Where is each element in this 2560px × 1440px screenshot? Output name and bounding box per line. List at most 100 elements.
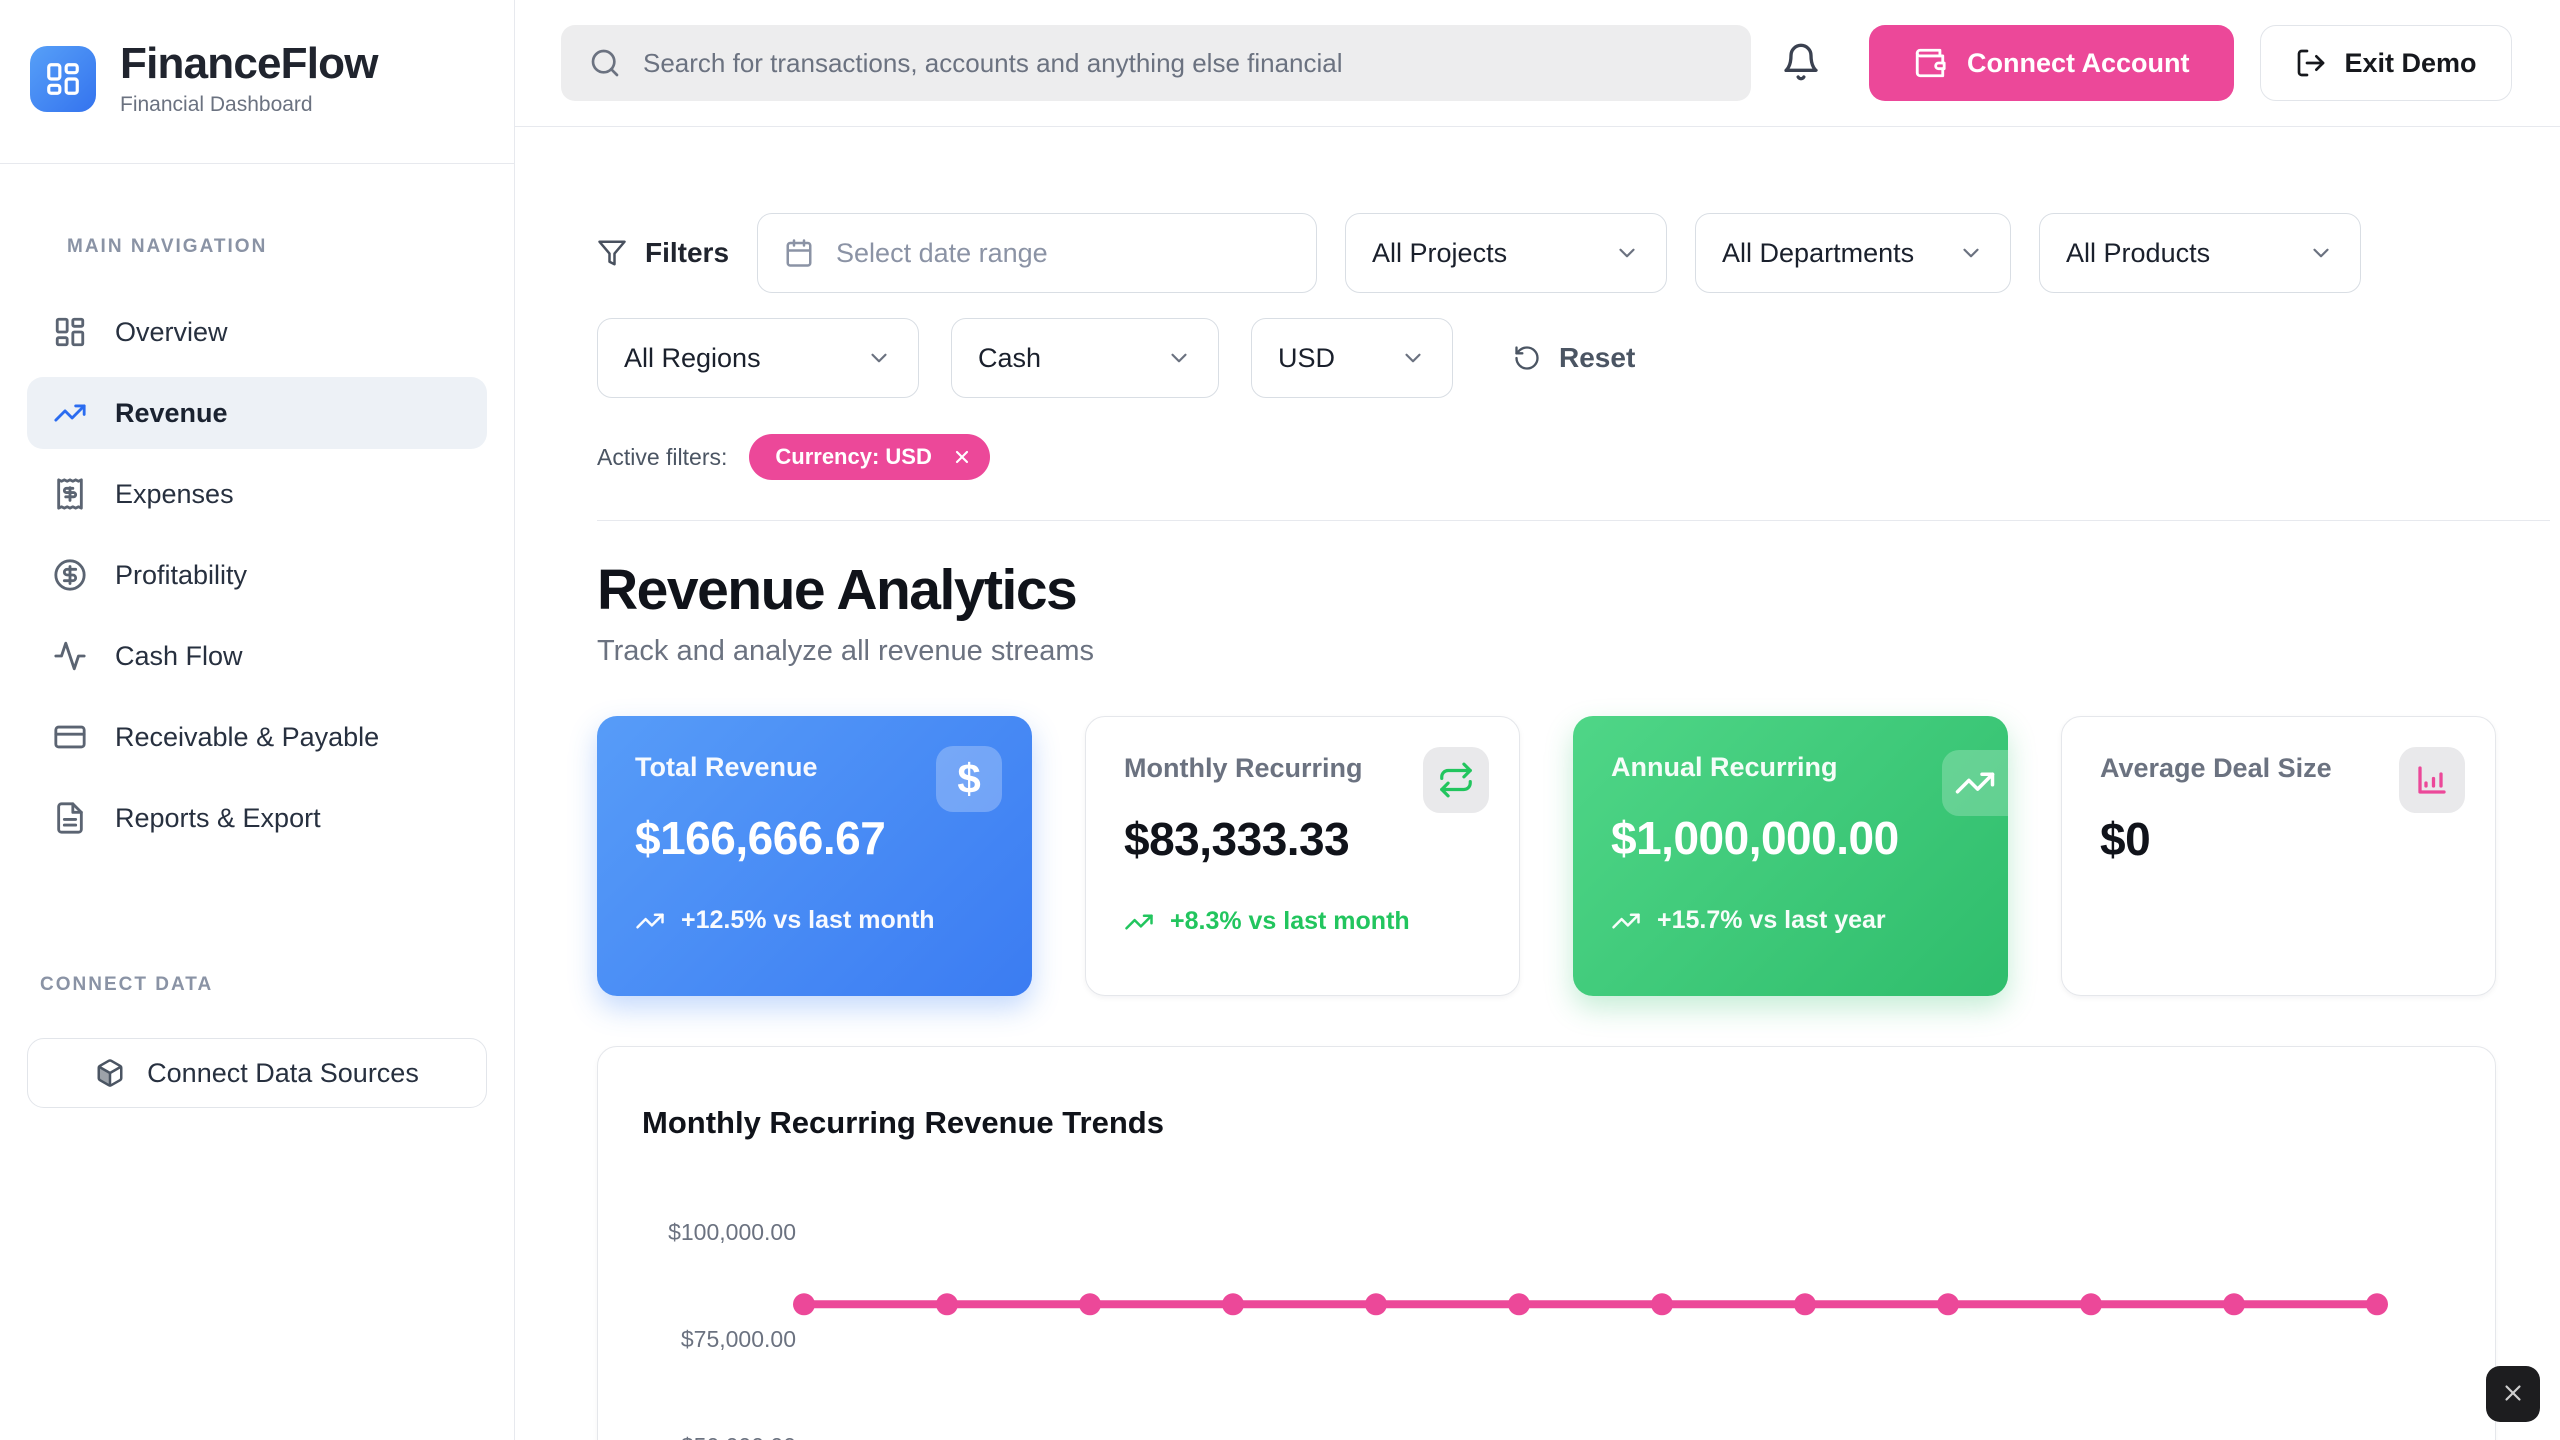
mrr-line-chart (598, 1197, 2497, 1440)
filters-row-1: Filters Select date range All Projects A… (597, 213, 2496, 293)
chevron-down-icon (1166, 345, 1192, 371)
chart-data-point[interactable] (1651, 1293, 1673, 1315)
sidebar-item-reports-export[interactable]: Reports & Export (27, 782, 487, 854)
sidebar-item-revenue[interactable]: Revenue (27, 377, 487, 449)
chart-data-point[interactable] (936, 1293, 958, 1315)
receipt-icon (53, 477, 87, 511)
metric-label: Annual Recurring (1611, 752, 1970, 783)
rotate-ccw-icon (1513, 344, 1541, 372)
projects-dropdown[interactable]: All Projects (1345, 213, 1667, 293)
metric-trend-text: +12.5% vs last month (681, 903, 935, 938)
chart-data-point[interactable] (2366, 1293, 2388, 1315)
brand-block: FinanceFlow Financial Dashboard (120, 40, 378, 117)
content: Filters Select date range All Projects A… (515, 127, 2496, 1440)
close-icon[interactable] (948, 443, 976, 471)
circle-dollar-icon (53, 558, 87, 592)
trending-up-icon (53, 396, 87, 430)
dollar-icon: $ (936, 746, 1002, 812)
sidebar-item-cash-flow[interactable]: Cash Flow (27, 620, 487, 692)
mrr-trends-chart-card: Monthly Recurring Revenue Trends $100,00… (597, 1046, 2496, 1440)
currency-dropdown-value: USD (1278, 343, 1335, 374)
global-search[interactable] (561, 25, 1751, 101)
close-icon (2500, 1380, 2526, 1409)
section-divider (597, 520, 2550, 521)
connect-account-label: Connect Account (1967, 48, 2190, 79)
chevron-down-icon (1614, 240, 1640, 266)
filters-label-text: Filters (645, 237, 729, 269)
reset-filters-button[interactable]: Reset (1513, 342, 1635, 374)
sidebar-item-label: Profitability (115, 560, 247, 591)
metric-value: $83,333.33 (1124, 812, 1481, 866)
exit-demo-button[interactable]: Exit Demo (2260, 25, 2512, 101)
chip-label: Currency: USD (775, 444, 931, 470)
trending-up-icon (1942, 750, 2008, 816)
search-input[interactable] (643, 48, 1723, 79)
reset-label: Reset (1559, 342, 1635, 374)
chart-title: Monthly Recurring Revenue Trends (642, 1105, 2451, 1141)
wallet-icon (1913, 46, 1947, 80)
log-out-icon (2295, 47, 2327, 79)
products-dropdown[interactable]: All Products (2039, 213, 2361, 293)
chart-data-point[interactable] (1222, 1293, 1244, 1315)
chart-data-point[interactable] (1508, 1293, 1530, 1315)
metric-cards: Total Revenue $ $166,666.67 +12.5% vs la… (597, 716, 2496, 996)
connect-data-sources-button[interactable]: Connect Data Sources (27, 1038, 487, 1108)
metric-card-monthly-recurring[interactable]: Monthly Recurring $83,333.33 +8.3% vs la… (1085, 716, 1520, 996)
chart-data-point[interactable] (1365, 1293, 1387, 1315)
departments-dropdown[interactable]: All Departments (1695, 213, 2011, 293)
sidebar-item-label: Cash Flow (115, 641, 243, 672)
chart-data-point[interactable] (1794, 1293, 1816, 1315)
bell-icon (1781, 42, 1821, 85)
regions-dropdown[interactable]: All Regions (597, 318, 919, 398)
regions-dropdown-value: All Regions (624, 343, 761, 374)
payment-method-dropdown[interactable]: Cash (951, 318, 1219, 398)
sidebar: FinanceFlow Financial Dashboard MAIN NAV… (0, 0, 515, 1440)
metric-value: $0 (2100, 812, 2457, 866)
metric-card-annual-recurring[interactable]: Annual Recurring $1,000,000.00 +15.7% vs… (1573, 716, 2008, 996)
metric-trend: +12.5% vs last month (635, 903, 994, 938)
metric-card-average-deal-size[interactable]: Average Deal Size $0 (2061, 716, 2496, 996)
page-head: Revenue Analytics Track and analyze all … (597, 557, 2496, 668)
metric-value: $1,000,000.00 (1611, 811, 1970, 865)
bar-chart-icon (2399, 747, 2465, 813)
credit-card-icon (53, 720, 87, 754)
logo-section: FinanceFlow Financial Dashboard (0, 0, 514, 164)
products-dropdown-value: All Products (2066, 238, 2210, 269)
chart-data-point[interactable] (1937, 1293, 1959, 1315)
trending-up-icon (1611, 906, 1641, 936)
sidebar-item-label: Expenses (115, 479, 234, 510)
brand-tagline: Financial Dashboard (120, 93, 378, 117)
date-range-picker[interactable]: Select date range (757, 213, 1317, 293)
page-subtitle: Track and analyze all revenue streams (597, 635, 2496, 668)
metric-trend: +8.3% vs last month (1124, 904, 1481, 939)
search-icon (589, 47, 621, 79)
metric-trend-text: +8.3% vs last month (1170, 904, 1410, 939)
sidebar-item-label: Receivable & Payable (115, 722, 379, 753)
metric-trend: +15.7% vs last year (1611, 903, 1970, 938)
sidebar-item-profitability[interactable]: Profitability (27, 539, 487, 611)
chart-data-point[interactable] (1079, 1293, 1101, 1315)
connect-data-section: CONNECT DATA Connect Data Sources (0, 974, 514, 1108)
chart-data-point[interactable] (2223, 1293, 2245, 1315)
connect-account-button[interactable]: Connect Account (1869, 25, 2234, 101)
sidebar-item-overview[interactable]: Overview (27, 296, 487, 368)
filters-row-2: All Regions Cash USD Reset (597, 318, 2496, 398)
close-overlay-button[interactable] (2486, 1366, 2540, 1422)
payment-method-value: Cash (978, 343, 1041, 374)
currency-dropdown[interactable]: USD (1251, 318, 1453, 398)
chevron-down-icon (1958, 240, 1984, 266)
app-logo-icon (30, 46, 96, 112)
chart-data-point[interactable] (793, 1293, 815, 1315)
brand-name: FinanceFlow (120, 40, 378, 88)
metric-card-total-revenue[interactable]: Total Revenue $ $166,666.67 +12.5% vs la… (597, 716, 1032, 996)
topbar: Connect Account Exit Demo (515, 0, 2560, 127)
layout-dashboard-icon (53, 315, 87, 349)
active-filter-chip-currency[interactable]: Currency: USD (749, 434, 989, 480)
chart-data-point[interactable] (2080, 1293, 2102, 1315)
file-text-icon (53, 801, 87, 835)
sidebar-item-expenses[interactable]: Expenses (27, 458, 487, 530)
repeat-icon (1423, 747, 1489, 813)
sidebar-item-receivable-payable[interactable]: Receivable & Payable (27, 701, 487, 773)
app-root: FinanceFlow Financial Dashboard MAIN NAV… (0, 0, 2560, 1440)
notifications-button[interactable] (1773, 34, 1829, 93)
